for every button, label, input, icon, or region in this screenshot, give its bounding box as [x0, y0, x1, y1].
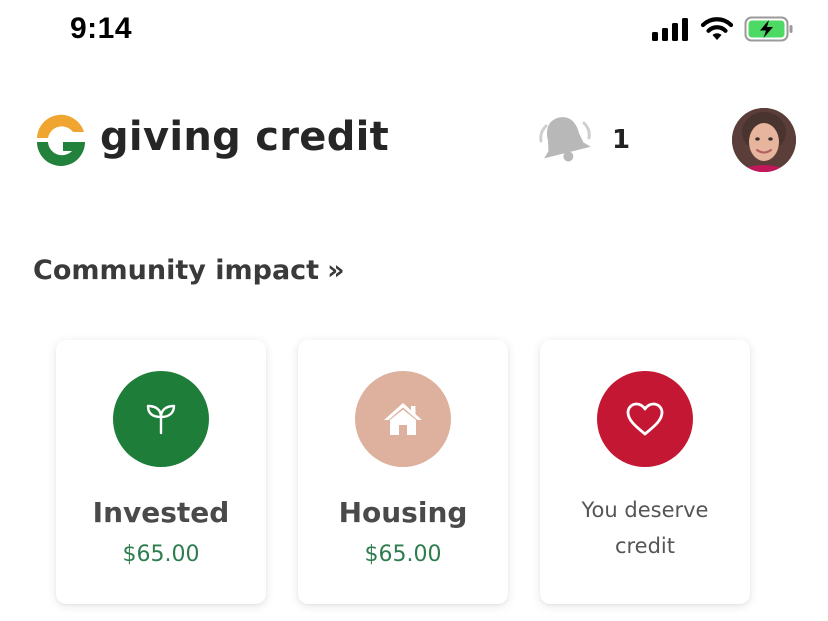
you-deserve-credit-card[interactable]: You deserve credit	[540, 340, 750, 604]
card-amount: $65.00	[122, 542, 200, 567]
app-header: giving credit 1	[0, 100, 828, 180]
status-icons	[652, 16, 794, 46]
card-title: Housing	[338, 496, 468, 529]
housing-card[interactable]: Housing $65.00	[298, 340, 508, 604]
battery-charging-icon	[744, 16, 794, 46]
community-impact-link[interactable]: Community impact »	[33, 255, 345, 286]
giving-credit-logo-icon	[32, 111, 90, 169]
sprout-icon	[113, 371, 209, 467]
wifi-icon	[700, 16, 734, 46]
user-avatar[interactable]	[732, 108, 796, 172]
notifications-button[interactable]: 1	[532, 114, 630, 166]
status-bar: 9:14	[0, 0, 828, 64]
heart-icon	[597, 371, 693, 467]
status-time: 9:14	[70, 12, 133, 45]
cellular-signal-icon	[652, 17, 690, 45]
house-icon	[355, 371, 451, 467]
notification-count: 1	[612, 125, 631, 155]
card-amount: $65.00	[364, 542, 442, 567]
logo-text: giving credit	[100, 114, 390, 160]
card-text-line-1: You deserve	[581, 498, 709, 522]
card-text: You deserve credit	[560, 492, 730, 564]
impact-cards: Invested $65.00 Housing $65.00 You deser…	[56, 340, 750, 604]
bell-icon	[532, 113, 596, 167]
section-title: Community impact	[33, 255, 320, 286]
card-title: Invested	[92, 496, 230, 529]
invested-card[interactable]: Invested $65.00	[56, 340, 266, 604]
double-chevron-right-icon: »	[327, 255, 345, 286]
card-text-line-2: credit	[614, 534, 676, 558]
